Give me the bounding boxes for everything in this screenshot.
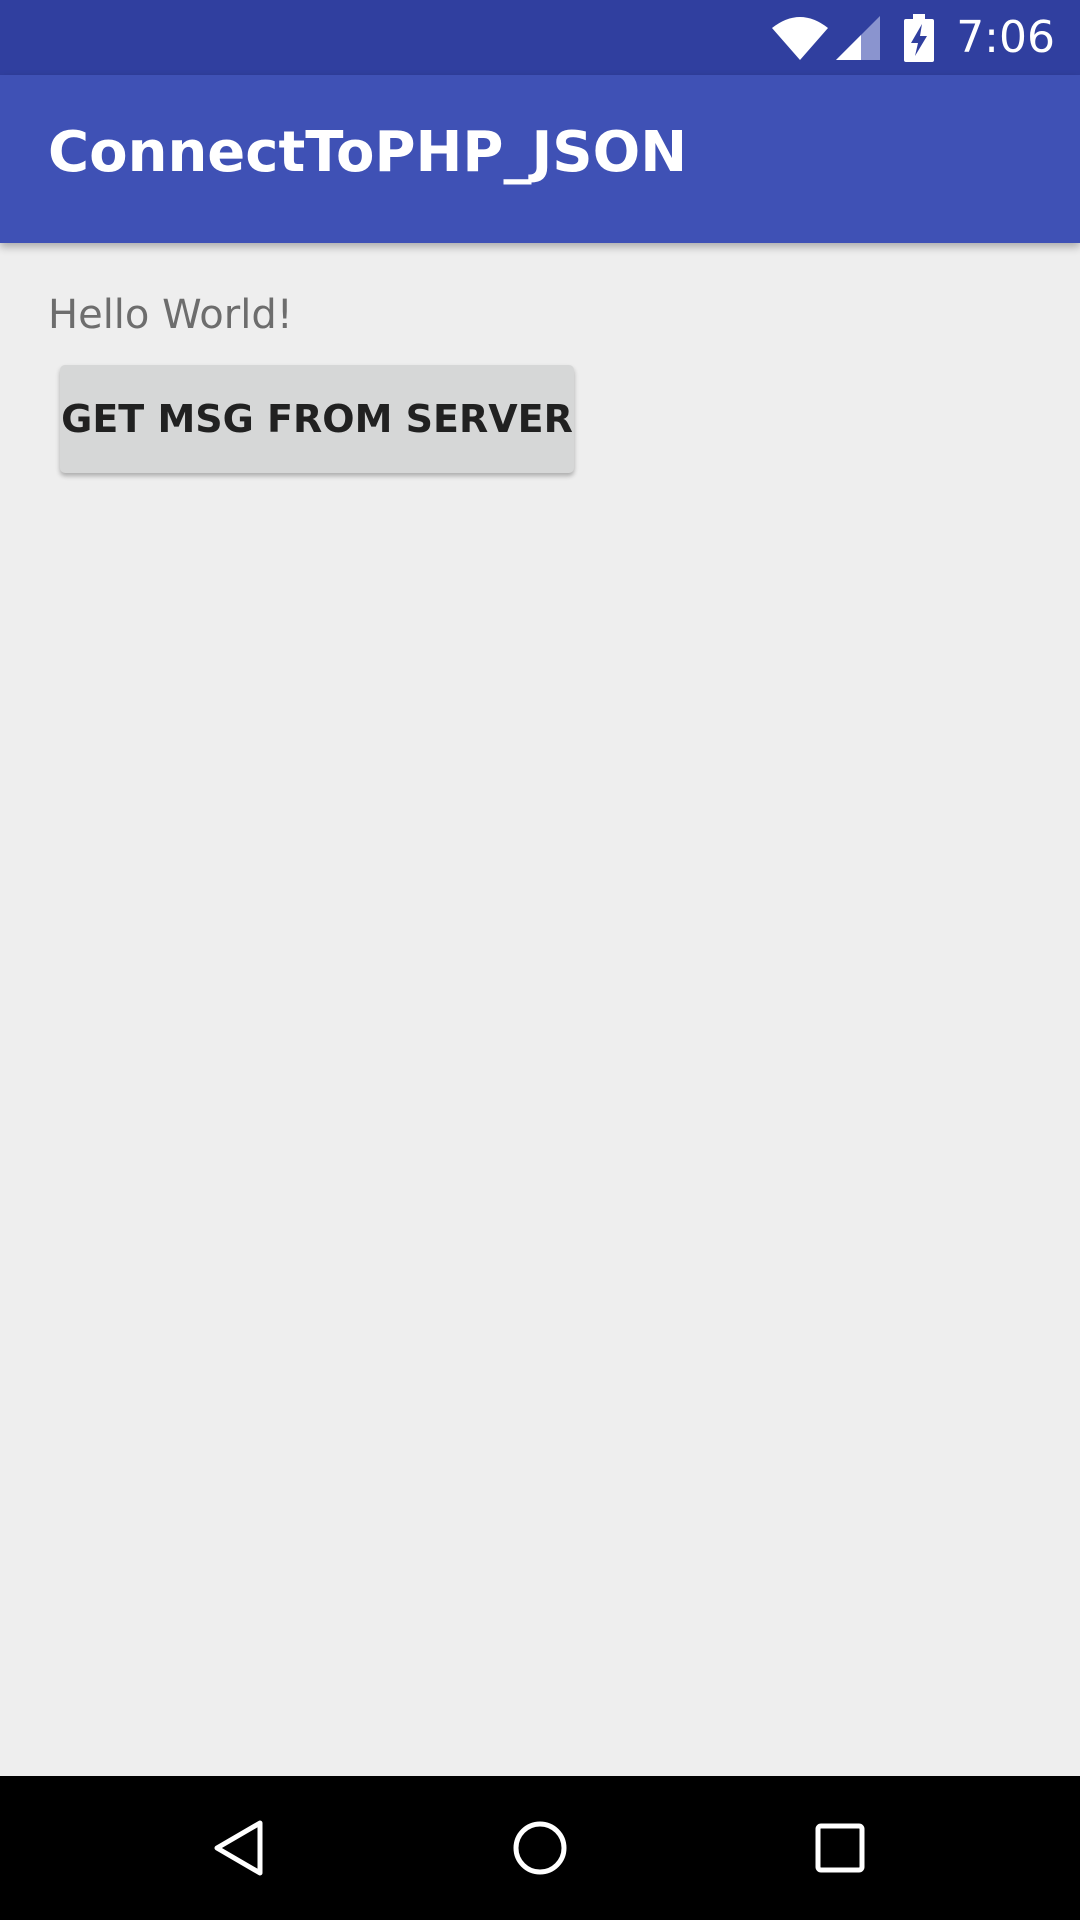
app-bar: ConnectToPHP_JSON: [0, 75, 1080, 243]
home-icon[interactable]: [490, 1798, 590, 1898]
status-clock: 7:06: [956, 12, 1055, 63]
battery-charging-icon: [904, 13, 935, 62]
cell-signal-icon: [836, 15, 881, 60]
back-icon[interactable]: [190, 1798, 290, 1898]
app-title: ConnectToPHP_JSON: [48, 120, 688, 185]
get-msg-button[interactable]: GET MSG FROM SERVER: [60, 365, 574, 473]
status-bar: 7:06: [0, 0, 1080, 75]
status-icons: 7:06: [772, 0, 1080, 75]
hello-text: Hello World!: [48, 292, 293, 338]
main-content: Hello World! GET MSG FROM SERVER: [0, 243, 1080, 1776]
wifi-icon: [772, 16, 829, 60]
navigation-bar: [0, 1776, 1080, 1920]
recents-icon[interactable]: [790, 1798, 890, 1898]
